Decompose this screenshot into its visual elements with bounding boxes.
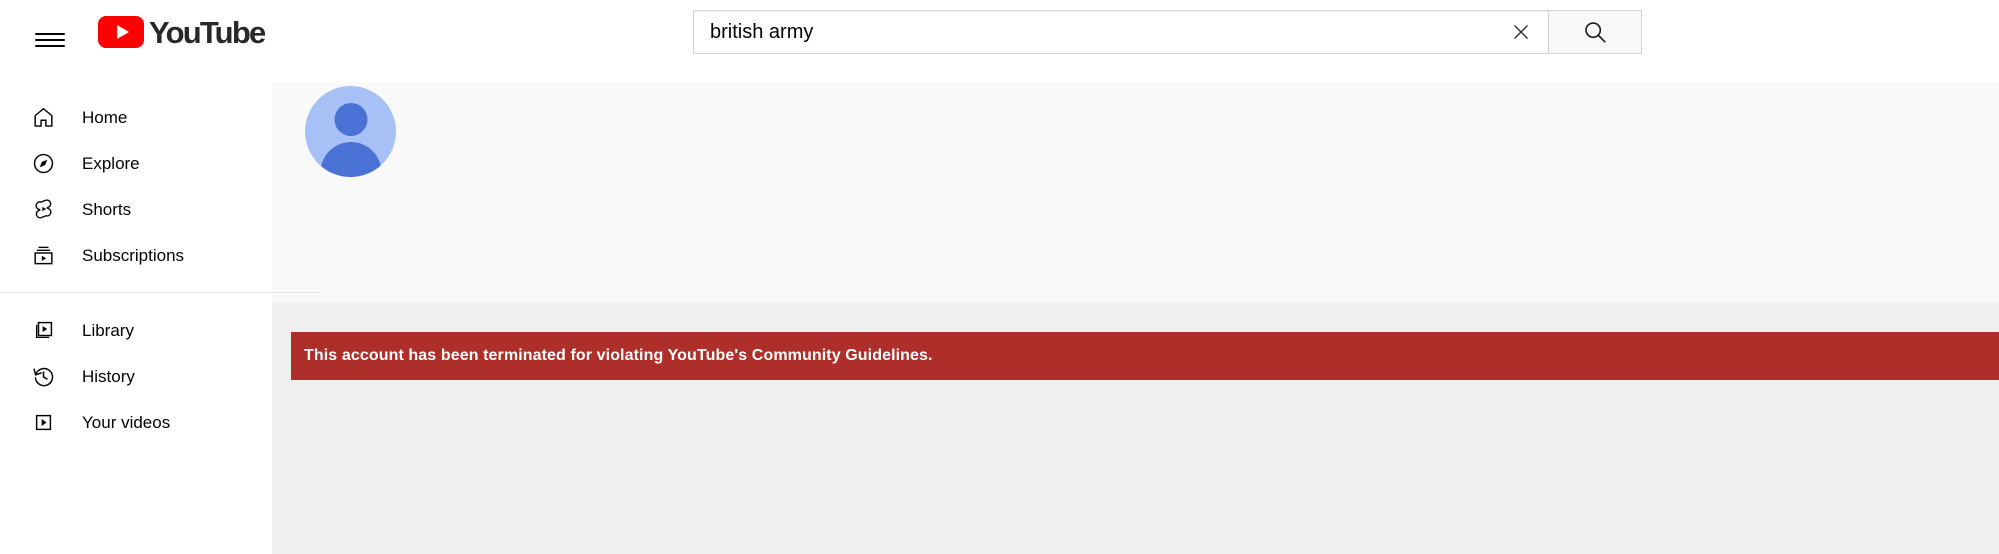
subscriptions-icon (30, 242, 56, 268)
history-clock-icon (30, 363, 56, 389)
avatar-body (320, 142, 381, 177)
channel-header (272, 82, 1999, 303)
sidebar-item-label: History (82, 366, 135, 386)
close-icon (1514, 25, 1528, 39)
page-content: This account has been terminated for vio… (272, 82, 1999, 554)
avatar-head (334, 103, 367, 136)
search-icon (1585, 22, 1606, 43)
hamburger-menu-icon (35, 29, 65, 51)
your-videos-icon (30, 409, 56, 435)
sidebar-item-shorts[interactable]: Shorts (0, 186, 272, 232)
search-submit-button[interactable] (1548, 10, 1642, 54)
sidebar-item-library[interactable]: Library (0, 307, 272, 353)
sidebar-item-label: Explore (82, 153, 140, 173)
sidebar-divider (0, 292, 320, 293)
library-icon (30, 317, 56, 343)
youtube-logo[interactable]: YouTube (98, 14, 266, 50)
guide-toggle-button[interactable] (22, 12, 78, 68)
compass-icon (30, 150, 56, 176)
channel-avatar (305, 86, 396, 177)
sidebar-item-history[interactable]: History (0, 353, 272, 399)
sidebar-item-explore[interactable]: Explore (0, 140, 272, 186)
sidebar-item-label: Subscriptions (82, 245, 185, 265)
youtube-play-icon (98, 16, 144, 48)
sidebar-item-label: Library (82, 320, 134, 340)
masthead: YouTube (0, 0, 1999, 82)
termination-banner: This account has been terminated for vio… (291, 332, 1999, 380)
home-icon (30, 104, 56, 130)
sidebar-item-label: Home (82, 107, 128, 127)
search-box[interactable] (693, 10, 1548, 54)
sidebar-item-label: Your videos (82, 412, 171, 432)
search-clear-button[interactable] (1494, 11, 1548, 53)
sidebar-item-home[interactable]: Home (0, 94, 272, 140)
shorts-icon (30, 196, 56, 222)
sidebar-item-label: Shorts (82, 199, 132, 219)
sidebar-item-subscriptions[interactable]: Subscriptions (0, 232, 272, 278)
sidebar-item-your-videos[interactable]: Your videos (0, 399, 272, 445)
termination-message: This account has been terminated for vio… (304, 347, 933, 364)
youtube-wordmark: YouTube (149, 14, 266, 50)
sidebar-guide: Home Explore Shorts Subscriptions Librar… (0, 82, 320, 554)
search-region (693, 10, 1642, 54)
search-input[interactable] (694, 11, 1494, 53)
